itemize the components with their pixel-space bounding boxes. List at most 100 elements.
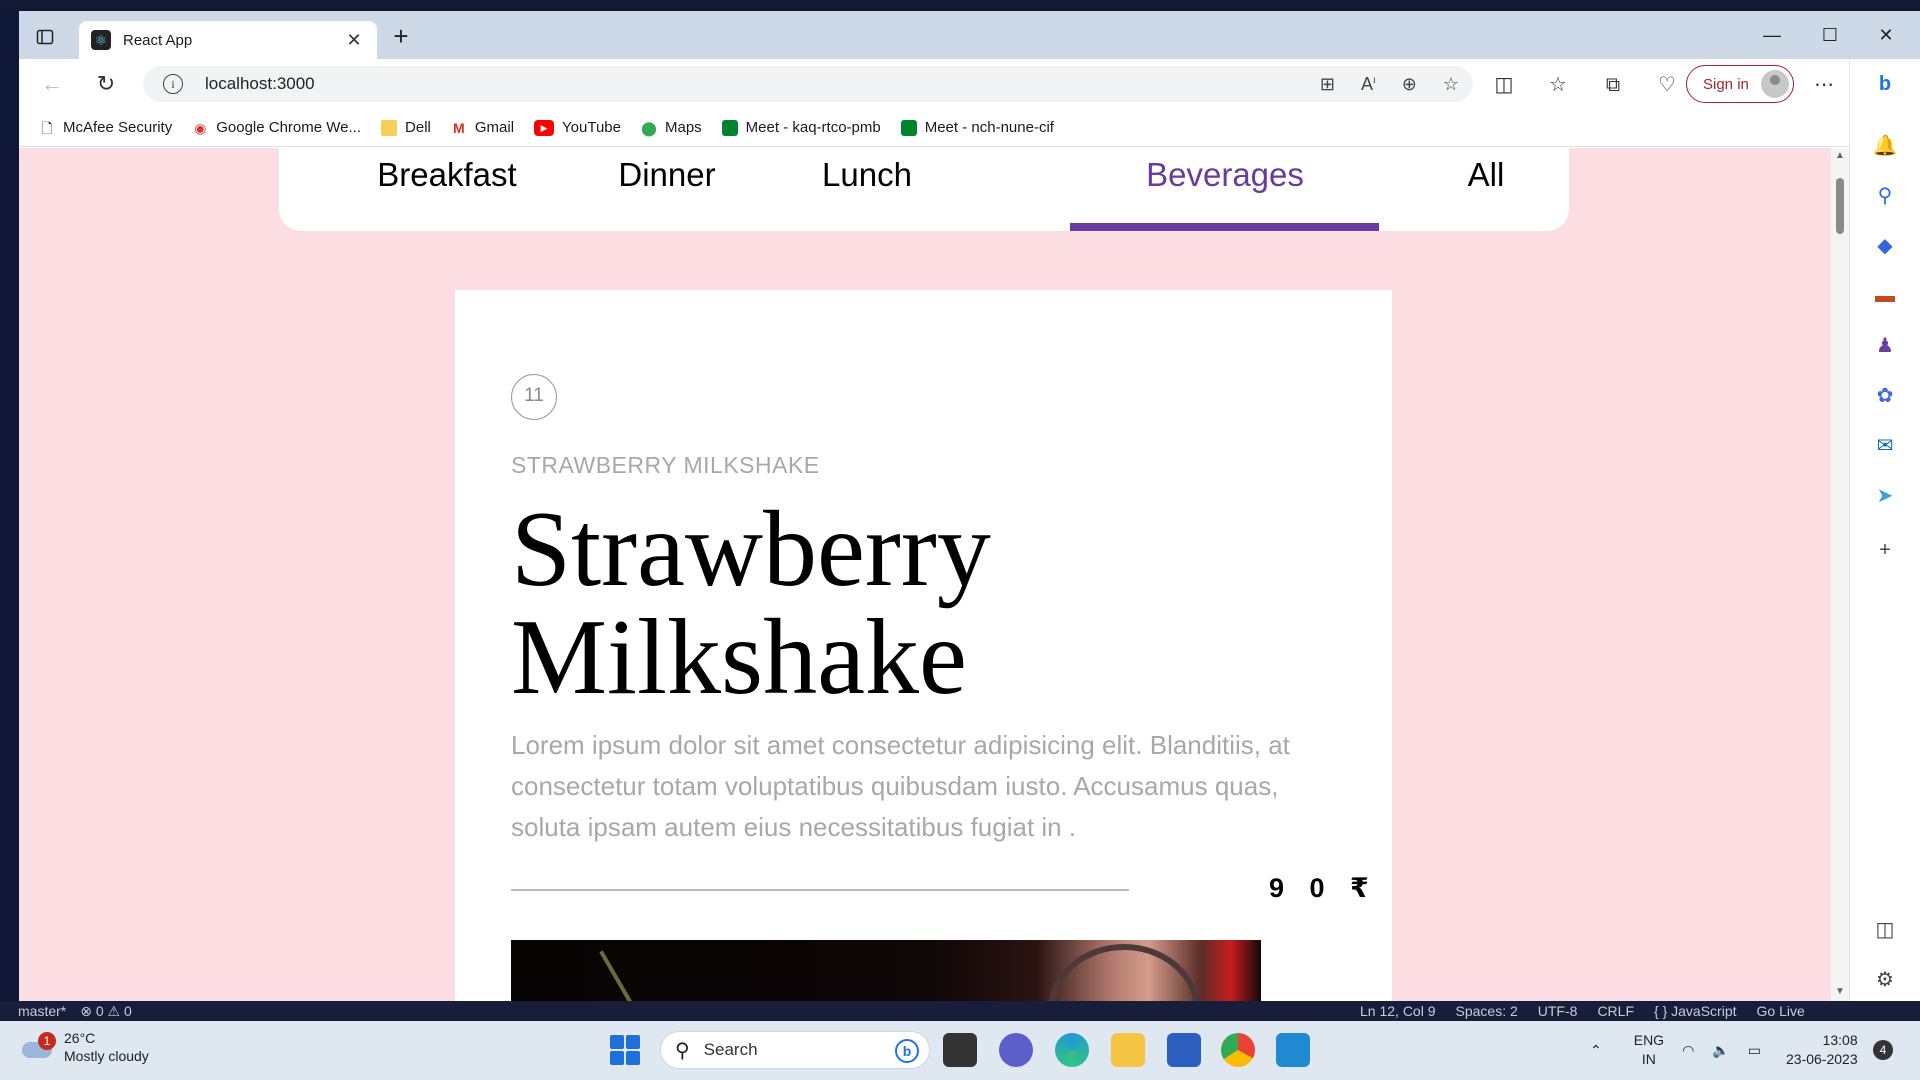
scroll-down-icon[interactable]: ▼ (1834, 986, 1846, 997)
read-aloud-icon[interactable]: Aı (1361, 74, 1376, 95)
menu-tab-beverages[interactable]: Beverages (1135, 156, 1315, 194)
git-branch[interactable]: master* (18, 1003, 66, 1020)
item-description: Lorem ipsum dolor sit amet consectetur a… (511, 730, 1290, 842)
bookmark-maps[interactable]: ⬤ Maps (641, 119, 702, 136)
file-encoding[interactable]: UTF-8 (1538, 1003, 1578, 1019)
lang-line2: IN (1641, 1051, 1656, 1067)
item-number-badge: 11 (511, 374, 557, 420)
site-info-icon[interactable]: i (163, 74, 183, 94)
bing-icon: b (895, 1039, 919, 1063)
close-window-button[interactable]: ✕ (1859, 21, 1913, 49)
react-icon: ⚛ (91, 30, 111, 50)
add-sidebar-icon[interactable]: + (1872, 537, 1898, 563)
menu-tab-all[interactable]: All (1461, 156, 1511, 194)
bookmark-dell[interactable]: Dell (381, 119, 431, 136)
tab-actions-icon (36, 29, 54, 45)
notification-bell-icon[interactable]: 🔔 (1872, 133, 1898, 159)
meet-icon (900, 119, 917, 136)
avatar (1761, 70, 1789, 98)
outlook-icon[interactable]: ✉ (1872, 433, 1898, 459)
search-icon[interactable]: ⚲ (1872, 183, 1898, 209)
settings-gear-icon[interactable]: ⚙ (1872, 967, 1898, 993)
bookmark-meet-2[interactable]: Meet - nch-nune-cif (900, 119, 1054, 136)
close-tab-icon[interactable]: ✕ (343, 30, 365, 51)
tab-react-app[interactable]: ⚛ React App ✕ (79, 21, 377, 59)
collections-icon[interactable]: ⧉ (1599, 71, 1627, 99)
games-icon[interactable]: ♟ (1872, 333, 1898, 359)
wifi-icon[interactable]: ◠ (1682, 1042, 1694, 1059)
teams-chat-icon[interactable] (999, 1033, 1033, 1067)
system-tray: ⌃ ENG IN ◠ 🔈 ▭ (1590, 1031, 1761, 1069)
cursor-position[interactable]: Ln 12, Col 9 (1360, 1003, 1436, 1019)
tab-strip: ⚛ React App ✕ + — ☐ ✕ (19, 11, 1920, 59)
zoom-icon[interactable]: ⊕ (1402, 74, 1417, 95)
microsoft-store-icon[interactable] (1167, 1033, 1201, 1067)
bookmark-label: McAfee Security (63, 119, 173, 136)
windows-start-icon[interactable] (610, 1035, 640, 1065)
tab-actions-button[interactable] (31, 23, 59, 51)
minimize-button[interactable]: — (1745, 21, 1799, 49)
bookmark-mcafee[interactable]: 🗋 McAfee Security (39, 119, 172, 136)
more-options-icon[interactable]: ⋯ (1810, 71, 1838, 99)
drop-icon[interactable]: ➤ (1872, 483, 1898, 509)
windows-taskbar: 1 26°C Mostly cloudy ⚲ Search b ⌃ ENG IN… (0, 1021, 1920, 1080)
indentation[interactable]: Spaces: 2 (1456, 1003, 1518, 1019)
bookmark-label: Meet - kaq-rtco-pmb (745, 119, 881, 136)
refresh-button[interactable]: ↻ (91, 69, 121, 99)
bookmark-chrome[interactable]: ◉ Google Chrome We... (192, 119, 361, 136)
scroll-up-icon[interactable]: ▲ (1834, 150, 1846, 161)
bookmark-meet-1[interactable]: Meet - kaq-rtco-pmb (721, 119, 881, 136)
volume-icon[interactable]: 🔈 (1712, 1042, 1729, 1059)
tab-title: React App (123, 31, 193, 49)
microsoft365-icon[interactable]: ✿ (1872, 383, 1898, 409)
menu-tab-breakfast[interactable]: Breakfast (375, 156, 519, 194)
edge-sidebar: b 🔔 ⚲ ◆ ▬ ♟ ✿ ✉ ➤ + ◫ ⚙ (1849, 59, 1920, 1001)
taskbar-search-box[interactable]: ⚲ Search b (660, 1031, 930, 1069)
vscode-icon[interactable] (1276, 1033, 1310, 1067)
bookmark-youtube[interactable]: ▶ YouTube (534, 119, 621, 136)
back-button[interactable]: ← (37, 69, 67, 99)
chrome-icon[interactable] (1221, 1033, 1255, 1067)
bookmark-label: Gmail (474, 119, 515, 136)
bookmark-label: YouTube (562, 119, 621, 136)
tools-icon[interactable]: ▬ (1872, 283, 1898, 309)
address-bar-icons: ⊞ Aı ⊕ ☆ (1320, 66, 1459, 102)
split-screen-icon[interactable]: ◫ (1490, 71, 1518, 99)
language-mode[interactable]: { } JavaScript (1654, 1003, 1737, 1019)
sidebar-panel-icon[interactable]: ◫ (1872, 917, 1898, 943)
address-bar[interactable]: i localhost:3000 ⊞ Aı ⊕ ☆ (143, 66, 1473, 102)
menu-category-bar: Breakfast Dinner Lunch Beverages All (279, 148, 1569, 231)
chevron-up-icon[interactable]: ⌃ (1590, 1042, 1602, 1059)
menu-tab-dinner[interactable]: Dinner (612, 156, 722, 194)
sign-in-button[interactable]: Sign in (1686, 65, 1794, 103)
url-text: localhost:3000 (205, 74, 315, 93)
bookmark-gmail[interactable]: M Gmail (451, 119, 514, 136)
task-view-icon[interactable] (943, 1033, 977, 1067)
milkshake-photo (511, 940, 1261, 1001)
maximize-button[interactable]: ☐ (1803, 21, 1857, 49)
edge-icon[interactable] (1055, 1033, 1089, 1067)
browser-essentials-icon[interactable]: ♡ (1653, 71, 1681, 99)
menu-tab-lunch[interactable]: Lunch (817, 156, 917, 194)
file-explorer-icon[interactable] (1111, 1033, 1145, 1067)
favorite-star-icon[interactable]: ☆ (1443, 74, 1459, 95)
folder-icon (381, 119, 398, 136)
price-divider (511, 889, 1129, 891)
shopping-tag-icon[interactable]: ◆ (1872, 233, 1898, 259)
copilot-icon[interactable]: b (1872, 71, 1898, 97)
page-scrollbar[interactable]: ▲ ▼ (1831, 148, 1849, 1001)
menu-item-card: 11 STRAWBERRY MILKSHAKE Strawberry Milks… (455, 290, 1392, 1001)
scroll-thumb[interactable] (1836, 178, 1844, 234)
go-live-button[interactable]: Go Live (1757, 1003, 1805, 1019)
problems-count[interactable]: ⊗ 0 ⚠ 0 (80, 1003, 132, 1020)
new-tab-button[interactable]: + (387, 23, 415, 51)
clock[interactable]: 13:08 23-06-2023 (1786, 1031, 1858, 1069)
battery-icon[interactable]: ▭ (1748, 1042, 1761, 1059)
weather-widget[interactable]: 1 26°C Mostly cloudy (20, 1029, 149, 1065)
notification-count-badge[interactable]: 4 (1873, 1040, 1893, 1060)
language-indicator[interactable]: ENG IN (1634, 1031, 1664, 1069)
favorites-icon[interactable]: ☆ (1544, 71, 1572, 99)
apps-icon[interactable]: ⊞ (1320, 74, 1335, 95)
browser-window: ⚛ React App ✕ + — ☐ ✕ ← ↻ i localhost:30… (19, 11, 1920, 1001)
line-ending[interactable]: CRLF (1597, 1003, 1634, 1019)
